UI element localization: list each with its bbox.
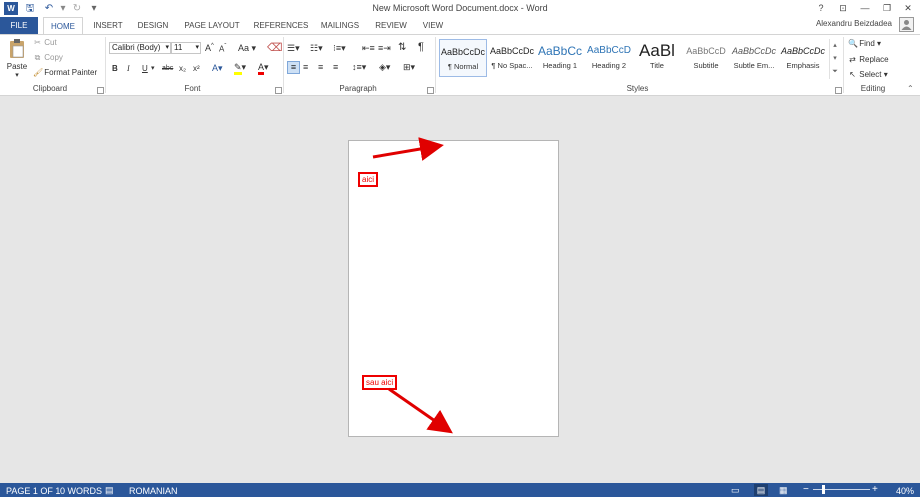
proofing-icon[interactable]: ▤ — [105, 485, 114, 496]
word-count[interactable]: 0 WORDS — [60, 486, 102, 496]
print-layout-icon[interactable]: ▤ — [754, 484, 768, 496]
zoom-out-icon[interactable]: − — [803, 484, 809, 495]
annotation-arrows — [372, 137, 453, 434]
annotation-arrow-top — [372, 137, 444, 161]
zoom-in-icon[interactable]: + — [872, 484, 878, 495]
web-layout-icon[interactable]: ▦ — [779, 485, 788, 496]
zoom-level[interactable]: 40% — [896, 486, 914, 496]
page-count[interactable]: PAGE 1 OF 1 — [6, 486, 60, 496]
read-mode-icon[interactable]: ▭ — [731, 485, 740, 496]
zoom-slider-thumb[interactable] — [821, 485, 825, 494]
language-indicator[interactable]: ROMANIAN — [129, 486, 178, 496]
annotation-arrow-bottom — [388, 387, 453, 434]
